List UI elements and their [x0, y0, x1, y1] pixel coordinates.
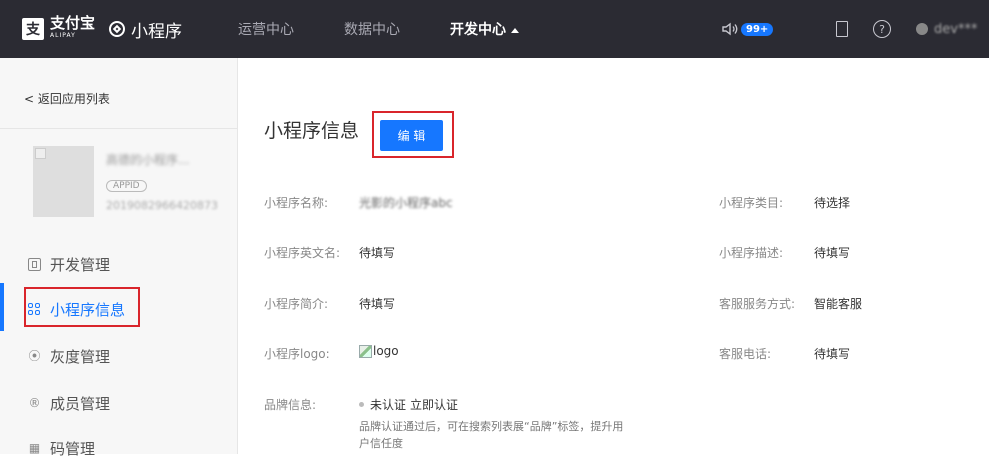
label-phone: 客服电话:: [719, 347, 772, 361]
label-english-name: 小程序英文名:: [264, 246, 341, 260]
sidebar-item-gray-release[interactable]: ⦿ 灰度管理: [28, 346, 110, 367]
broadcast-icon: ⦿: [28, 349, 41, 363]
help-button[interactable]: ?: [873, 0, 891, 58]
broken-image-icon: [359, 344, 372, 358]
edit-button[interactable]: 编 辑: [380, 120, 443, 151]
app-name: 高德的小程序...: [106, 153, 190, 167]
app-thumbnail: [33, 146, 94, 217]
user-name: dev***: [934, 21, 978, 37]
nav-dev-center[interactable]: 开发中心: [450, 19, 519, 39]
alipay-name: 支付宝 ALIPAY: [50, 13, 96, 42]
brand-note: 品牌认证通过后，可在搜索列表展“品牌”标签，提升用户信任度: [359, 420, 624, 450]
sidebar: < 返回应用列表 高德的小程序... APPID 201908296642087…: [0, 58, 238, 458]
label-brand: 品牌信息:: [264, 398, 317, 412]
alipay-name-text: 支付宝: [50, 13, 96, 32]
nav-data-center[interactable]: 数据中心: [344, 19, 400, 39]
value-category: 待选择: [814, 196, 851, 210]
verify-now-link[interactable]: 立即认证: [410, 396, 458, 413]
help-icon: ?: [873, 20, 891, 38]
page-title: 小程序信息: [264, 120, 360, 142]
value-service-mode: 智能客服: [814, 297, 863, 311]
sidebar-item-label: 成员管理: [50, 395, 111, 413]
member-icon: ®: [28, 396, 41, 410]
logo-image: logo: [359, 344, 399, 358]
document-icon: [836, 21, 848, 37]
nav-operations-center[interactable]: 运营中心: [238, 19, 294, 39]
appid-value: 2019082966420873: [106, 199, 218, 212]
sidebar-item-label: 码管理: [50, 440, 96, 458]
brand[interactable]: 支 支付宝 ALIPAY 小程序: [22, 13, 182, 42]
main-nav: 运营中心 数据中心 开发中心: [238, 0, 569, 58]
sidebar-item-dev-management[interactable]: 开发管理: [28, 254, 110, 275]
qrcode-icon: ▦: [28, 441, 41, 455]
avatar: [916, 23, 928, 35]
brand-status-text: 未认证: [370, 398, 407, 412]
label-logo: 小程序logo:: [264, 347, 330, 361]
back-to-app-list-link[interactable]: < 返回应用列表: [24, 90, 110, 107]
label-description: 小程序描述:: [719, 246, 784, 260]
label-intro: 小程序简介:: [264, 297, 329, 311]
value-description: 待填写: [814, 246, 851, 260]
sidebar-divider: [0, 128, 237, 129]
top-navigation-bar: 支 支付宝 ALIPAY 小程序 运营中心 数据中心 开发中心 99+ ? de…: [0, 0, 989, 58]
miniprogram-icon: [109, 21, 126, 37]
nav-dev-center-label: 开发中心: [450, 22, 506, 38]
label-service-mode: 客服服务方式:: [719, 297, 796, 311]
notifications[interactable]: 99+: [722, 0, 774, 58]
sidebar-item-label: 开发管理: [50, 256, 111, 274]
miniprogram-brand: 小程序: [109, 17, 182, 42]
alipay-logo: 支: [22, 18, 44, 40]
active-indicator: [0, 283, 4, 331]
caret-up-icon: [511, 27, 519, 33]
code-box-icon: [28, 258, 41, 271]
notification-badge: 99+: [741, 22, 774, 36]
logo-alt-text: logo: [373, 344, 399, 358]
user-menu[interactable]: dev***: [916, 0, 977, 58]
docs-button[interactable]: [836, 0, 848, 58]
appid-tag: APPID: [106, 180, 147, 192]
speaker-icon: [722, 22, 738, 36]
value-english-name: 待填写: [359, 246, 396, 260]
status-dot: [359, 402, 364, 407]
label-name: 小程序名称:: [264, 196, 329, 210]
miniprogram-label: 小程序: [131, 21, 183, 42]
value-name: 光影的小程序abc: [359, 196, 453, 210]
sidebar-item-members[interactable]: ® 成员管理: [28, 393, 111, 414]
highlight-box-sidebar: [24, 287, 140, 327]
value-intro: 待填写: [359, 297, 396, 311]
label-category: 小程序类目:: [719, 196, 784, 210]
sidebar-item-code-management[interactable]: ▦ 码管理: [28, 438, 95, 459]
sidebar-item-label: 灰度管理: [50, 348, 111, 366]
brand-status: 未认证 立即认证: [359, 396, 458, 413]
value-phone: 待填写: [814, 347, 851, 361]
